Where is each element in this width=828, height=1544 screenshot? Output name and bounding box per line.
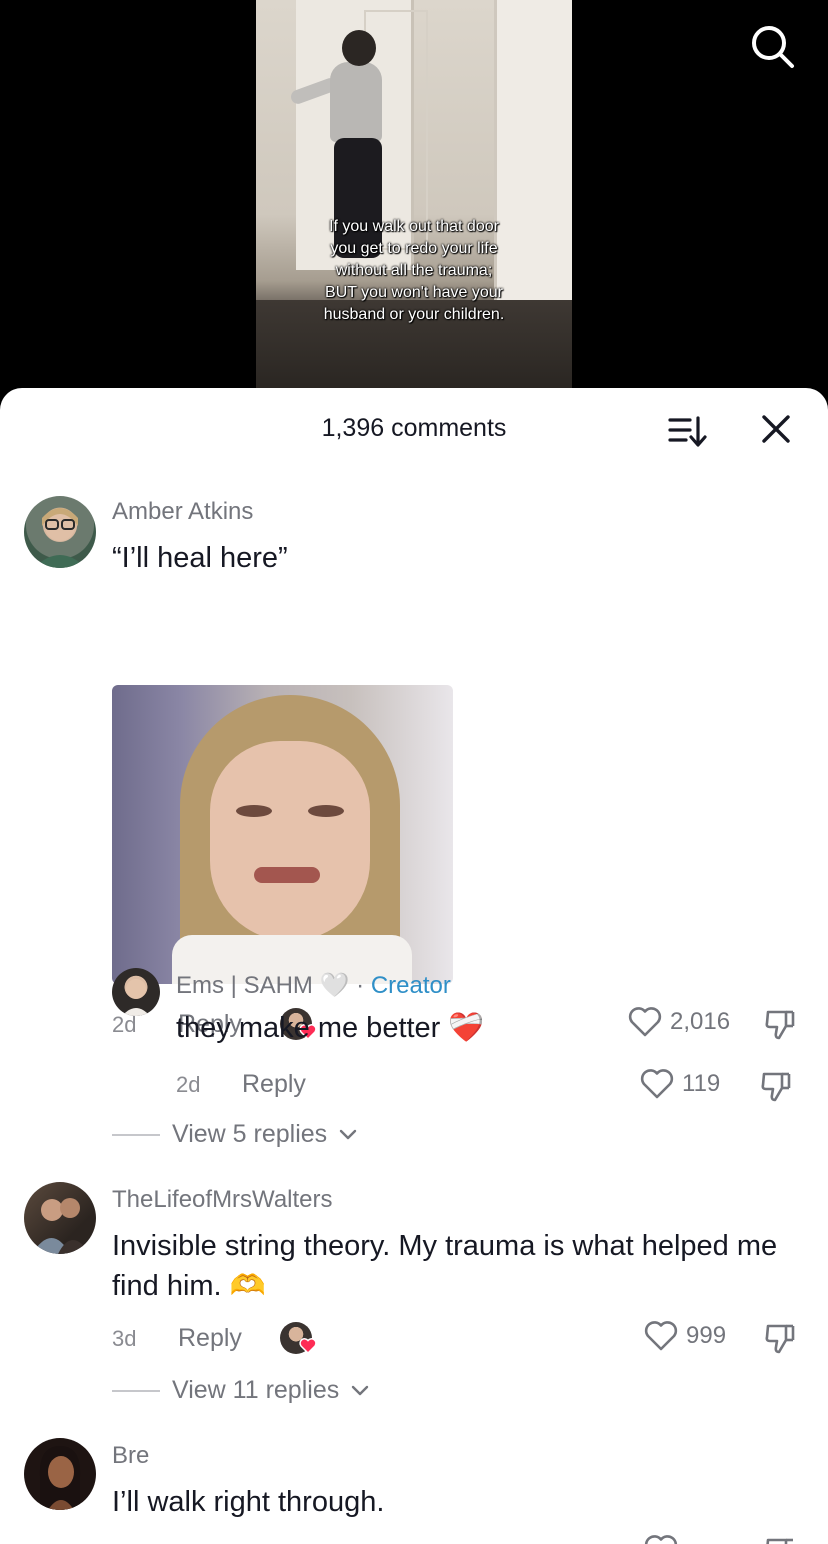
avatar[interactable] xyxy=(24,496,96,568)
view-replies-label: View 5 replies xyxy=(172,1120,328,1148)
avatar[interactable] xyxy=(24,1182,96,1254)
heart-outline-icon xyxy=(644,1535,678,1544)
search-icon[interactable] xyxy=(748,22,796,70)
like-button[interactable]: 999 xyxy=(644,1320,726,1352)
creator-liked-badge xyxy=(280,1322,317,1358)
view-replies-button[interactable]: View 5 replies xyxy=(112,1120,357,1149)
thumbs-down-icon[interactable] xyxy=(758,1068,794,1104)
comment-text: “I’ll heal here” xyxy=(112,542,288,574)
comment-username[interactable]: Bre xyxy=(112,1442,149,1470)
creator-tag: Creator xyxy=(370,972,451,999)
reply-text: they make me better ❤️‍🩹 xyxy=(176,1008,485,1048)
comment-text: Invisible string theory. My trauma is wh… xyxy=(112,1226,802,1306)
close-icon[interactable] xyxy=(760,413,792,445)
like-count: 999 xyxy=(686,1322,727,1349)
comments-header: 1,396 comments xyxy=(0,388,828,472)
heart-hands-emoji: 🫶 xyxy=(229,1270,266,1302)
view-replies-label: View 11 replies xyxy=(172,1376,340,1404)
reply-username-text[interactable]: Ems | SAHM xyxy=(176,972,313,999)
view-replies-button[interactable]: View 11 replies xyxy=(112,1376,369,1405)
like-button[interactable] xyxy=(644,1534,678,1544)
video-frame[interactable]: If you walk out that door you get to red… xyxy=(256,0,572,390)
reply-item: Ems | SAHM 🤍 · Creator they make me bett… xyxy=(0,964,828,1148)
separator-dot: · xyxy=(356,972,365,999)
comment-text-content: Invisible string theory. My trauma is wh… xyxy=(112,1230,778,1302)
white-heart-emoji: 🤍 xyxy=(319,972,350,999)
comment-image[interactable] xyxy=(112,685,453,984)
comment-text: I’ll walk right through. xyxy=(112,1486,385,1518)
thumbs-down-icon[interactable] xyxy=(762,1534,798,1544)
thumbs-down-icon[interactable] xyxy=(762,1320,798,1356)
avatar[interactable] xyxy=(24,1438,96,1510)
reply-username: Ems | SAHM 🤍 · Creator xyxy=(176,971,451,1000)
comment-username[interactable]: Amber Atkins xyxy=(112,498,253,526)
like-button[interactable]: 119 xyxy=(640,1068,720,1100)
reply-text-content: they make me better xyxy=(176,1012,441,1044)
sort-icon[interactable] xyxy=(668,414,708,448)
video-caption: If you walk out that door you get to red… xyxy=(323,218,505,323)
chevron-down-icon xyxy=(352,1385,369,1395)
comment-item: TheLifeofMrsWalters Invisible string the… xyxy=(0,1170,828,1410)
red-heart-icon xyxy=(299,1338,317,1355)
reply-button[interactable]: Reply xyxy=(242,1070,306,1099)
comment-username[interactable]: TheLifeofMrsWalters xyxy=(112,1186,333,1214)
heart-outline-icon xyxy=(640,1069,674,1099)
like-count: 119 xyxy=(682,1070,721,1097)
reply-button[interactable]: Reply xyxy=(178,1324,242,1353)
heart-outline-icon xyxy=(644,1321,678,1351)
comment-item: Amber Atkins “I’ll heal here” 2d Reply 2… xyxy=(0,484,828,1044)
reply-time: 2d xyxy=(176,1072,201,1097)
video-player[interactable]: If you walk out that door you get to red… xyxy=(0,0,828,400)
chevron-down-icon xyxy=(339,1129,357,1139)
comment-time: 3d xyxy=(112,1326,137,1351)
mending-heart-emoji: ❤️‍🩹 xyxy=(448,1012,485,1044)
avatar[interactable] xyxy=(112,968,160,1016)
comment-item: Bre I’ll walk right through. xyxy=(0,1426,828,1544)
comments-sheet: 1,396 comments Amber Atkins “I’ll heal h… xyxy=(0,388,828,1544)
